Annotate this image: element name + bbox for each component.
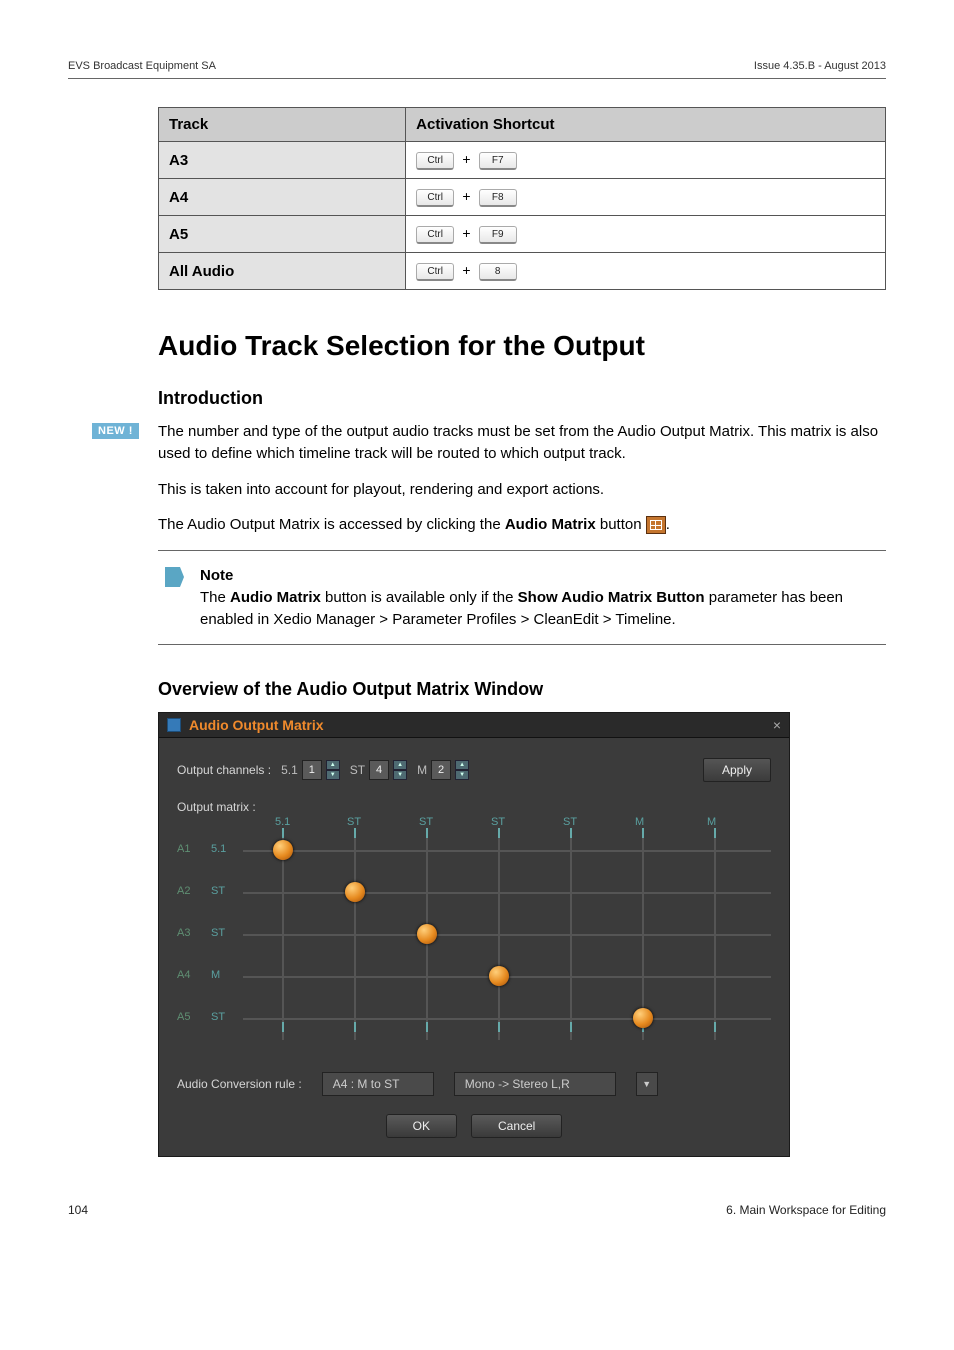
page-header: EVS Broadcast Equipment SA Issue 4.35.B … bbox=[68, 60, 886, 79]
matrix-col-header: ST bbox=[563, 816, 577, 828]
key-ctrl: Ctrl bbox=[416, 189, 454, 207]
matrix-row-header: A15.1 bbox=[177, 843, 226, 855]
key-f8: F8 bbox=[479, 189, 517, 207]
note-box: Note The Audio Matrix button is availabl… bbox=[158, 550, 886, 645]
table-row: A3 Ctrl + F7 bbox=[159, 142, 886, 179]
conversion-source: A4 : M to ST bbox=[322, 1072, 434, 1096]
header-right: Issue 4.35.B - August 2013 bbox=[754, 60, 886, 72]
channel-5-1-value[interactable]: 1 bbox=[302, 760, 322, 780]
table-row: All Audio Ctrl + 8 bbox=[159, 253, 886, 290]
overview-heading: Overview of the Audio Output Matrix Wind… bbox=[158, 679, 886, 700]
dropdown-icon[interactable]: ▼ bbox=[636, 1072, 658, 1096]
key-f7: F7 bbox=[479, 152, 517, 170]
th-shortcut: Activation Shortcut bbox=[406, 108, 886, 142]
key-f9: F9 bbox=[479, 226, 517, 244]
channel-st-value[interactable]: 4 bbox=[369, 760, 389, 780]
new-badge: NEW ! bbox=[92, 423, 139, 439]
track-label: All Audio bbox=[159, 253, 406, 290]
plus-icon: + bbox=[458, 262, 474, 278]
cancel-button[interactable]: Cancel bbox=[471, 1114, 562, 1138]
matrix-node[interactable] bbox=[489, 966, 509, 986]
channel-st: ST 4 ▲▼ bbox=[350, 760, 407, 780]
intro-paragraph-3: The Audio Output Matrix is accessed by c… bbox=[158, 514, 886, 536]
intro-heading: Introduction bbox=[158, 388, 886, 409]
matrix-col-header: ST bbox=[491, 816, 505, 828]
section-title: Audio Track Selection for the Output bbox=[158, 330, 886, 362]
channel-m: M 2 ▲▼ bbox=[417, 760, 469, 780]
output-matrix-label: Output matrix : bbox=[177, 800, 256, 814]
intro-paragraph-1: The number and type of the output audio … bbox=[158, 421, 886, 465]
track-label: A4 bbox=[159, 179, 406, 216]
table-row: A5 Ctrl + F9 bbox=[159, 216, 886, 253]
table-row: A4 Ctrl + F8 bbox=[159, 179, 886, 216]
window-title: Audio Output Matrix bbox=[189, 717, 324, 733]
output-channels-label: Output channels : bbox=[177, 763, 271, 777]
matrix-row-header: A2ST bbox=[177, 885, 225, 897]
window-icon bbox=[167, 718, 181, 732]
matrix-col-header: ST bbox=[347, 816, 361, 828]
key-ctrl: Ctrl bbox=[416, 263, 454, 281]
matrix-node[interactable] bbox=[633, 1008, 653, 1028]
audio-matrix-icon bbox=[646, 516, 666, 534]
footer-section: 6. Main Workspace for Editing bbox=[726, 1203, 886, 1217]
spinner-st[interactable]: ▲▼ bbox=[393, 760, 407, 780]
channel-m-value[interactable]: 2 bbox=[431, 760, 451, 780]
conversion-rule-select[interactable]: Mono -> Stereo L,R bbox=[454, 1072, 616, 1096]
header-left: EVS Broadcast Equipment SA bbox=[68, 60, 216, 72]
page-footer: 104 6. Main Workspace for Editing bbox=[68, 1203, 886, 1217]
shortcuts-table: Track Activation Shortcut A3 Ctrl + F7 A… bbox=[158, 107, 886, 290]
output-matrix-grid[interactable]: 5.1STSTSTSTMMA15.1A2STA3STA4MA5ST bbox=[263, 820, 771, 1048]
plus-icon: + bbox=[458, 225, 474, 241]
note-title: Note bbox=[200, 567, 233, 584]
th-track: Track bbox=[159, 108, 406, 142]
track-label: A3 bbox=[159, 142, 406, 179]
matrix-node[interactable] bbox=[417, 924, 437, 944]
channel-5-1: 5.1 1 ▲▼ bbox=[281, 760, 340, 780]
plus-icon: + bbox=[458, 188, 474, 204]
matrix-col-header: M bbox=[635, 816, 644, 828]
audio-output-matrix-window: Audio Output Matrix × Output channels : … bbox=[158, 712, 790, 1157]
matrix-col-header: M bbox=[707, 816, 716, 828]
spinner-m[interactable]: ▲▼ bbox=[455, 760, 469, 780]
close-icon[interactable]: × bbox=[773, 717, 781, 733]
ok-button[interactable]: OK bbox=[386, 1114, 457, 1138]
intro-paragraph-2: This is taken into account for playout, … bbox=[158, 479, 886, 501]
window-titlebar: Audio Output Matrix × bbox=[159, 713, 789, 738]
key-ctrl: Ctrl bbox=[416, 226, 454, 244]
audio-conversion-row: Audio Conversion rule : A4 : M to ST Mon… bbox=[159, 1064, 789, 1104]
matrix-col-header: ST bbox=[419, 816, 433, 828]
note-tag-icon bbox=[162, 565, 186, 593]
matrix-row-header: A5ST bbox=[177, 1011, 225, 1023]
matrix-row-header: A4M bbox=[177, 969, 220, 981]
plus-icon: + bbox=[458, 151, 474, 167]
key-8: 8 bbox=[479, 263, 517, 281]
matrix-col-header: 5.1 bbox=[275, 816, 290, 828]
key-ctrl: Ctrl bbox=[416, 152, 454, 170]
apply-button[interactable]: Apply bbox=[703, 758, 771, 782]
output-channels-row: Output channels : 5.1 1 ▲▼ ST 4 ▲▼ M 2 ▲… bbox=[159, 738, 789, 790]
footer-page-number: 104 bbox=[68, 1203, 88, 1217]
matrix-row-header: A3ST bbox=[177, 927, 225, 939]
matrix-node[interactable] bbox=[345, 882, 365, 902]
track-label: A5 bbox=[159, 216, 406, 253]
conversion-label: Audio Conversion rule : bbox=[177, 1077, 302, 1091]
spinner-5-1[interactable]: ▲▼ bbox=[326, 760, 340, 780]
matrix-node[interactable] bbox=[273, 840, 293, 860]
